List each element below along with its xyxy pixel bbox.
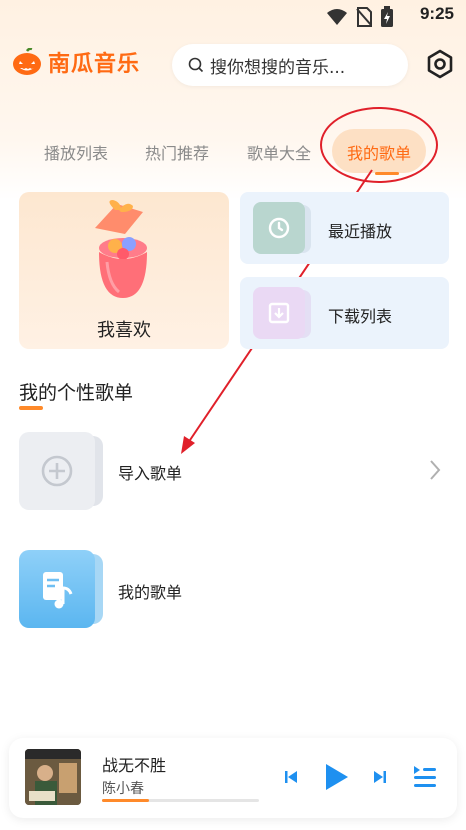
download-icon-tile — [253, 287, 305, 339]
playlist-icon-tile — [19, 550, 95, 628]
progress-track[interactable] — [102, 799, 259, 802]
add-icon — [41, 455, 73, 487]
recent-icon-tile — [253, 202, 305, 254]
favorites-card[interactable]: 我喜欢 — [19, 192, 229, 349]
previous-icon[interactable] — [282, 768, 300, 786]
chevron-right-icon — [430, 460, 441, 480]
import-icon-tile — [19, 432, 95, 510]
import-playlist-row[interactable]: 导入歌单 — [0, 430, 466, 510]
playlist-icon-wrap — [19, 550, 109, 628]
favorites-label: 我喜欢 — [97, 320, 151, 341]
mini-player[interactable]: 战无不胜 陈小春 — [9, 738, 457, 818]
recent-play-label: 最近播放 — [328, 222, 393, 241]
gift-box-icon — [95, 200, 147, 298]
music-note-icon — [43, 572, 73, 609]
song-title: 战无不胜 — [102, 756, 167, 775]
next-icon[interactable] — [371, 768, 389, 786]
playlist-queue-icon[interactable] — [412, 763, 438, 789]
download-icon — [268, 302, 290, 324]
my-playlist-row[interactable]: 我的歌单 — [0, 548, 466, 628]
play-icon[interactable] — [322, 762, 350, 792]
download-list-card[interactable]: 下载列表 — [240, 277, 449, 349]
recent-play-card[interactable]: 最近播放 — [240, 192, 449, 264]
clock-icon — [268, 217, 290, 239]
section-underline — [19, 406, 43, 410]
download-list-label: 下载列表 — [328, 307, 393, 326]
my-playlist-label: 我的歌单 — [118, 583, 183, 602]
annotation-arrow — [181, 169, 373, 454]
progress-fill — [102, 799, 150, 802]
song-artist: 陈小春 — [102, 781, 144, 797]
section-title: 我的个性歌单 — [19, 382, 134, 404]
import-icon-wrap — [19, 432, 109, 510]
import-playlist-label: 导入歌单 — [118, 464, 183, 483]
album-cover — [25, 749, 81, 805]
